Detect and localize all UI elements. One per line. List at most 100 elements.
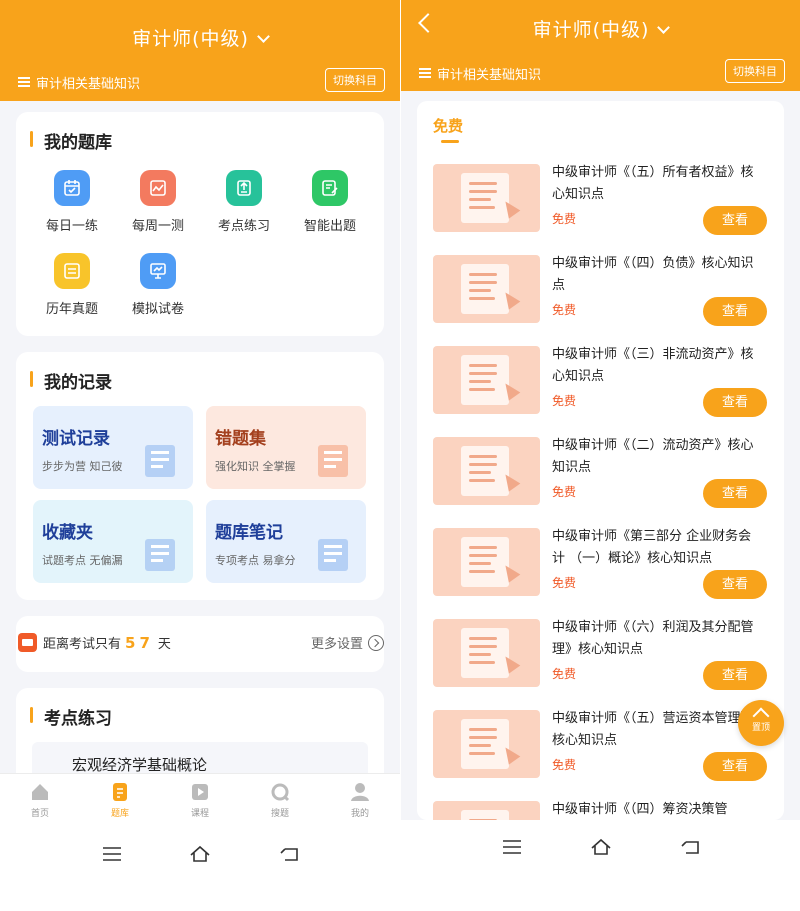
free-badge: 免费 [552,667,577,681]
material-title: 中级审计师《（二）流动资产》核心知识点 [552,438,754,475]
bank-item[interactable]: 考点练习 [204,170,284,234]
chevron-down-icon [257,30,270,43]
exam-selector[interactable]: 审计师(中级) [0,24,400,51]
my-records-card: 我的记录 测试记录 步步为营 知己彼 错题集 强化知识 全掌握 收藏夹 试题考点 无偏漏题… [16,352,384,600]
countdown-days: 57 [125,633,154,652]
question-bank-screen: 审计师(中级) 审计相关基础知识 切换科目 我的题库 每日一练 每周一测 考点练习智… [0,0,400,911]
material-item[interactable]: 中级审计师《（六）利润及其分配管理》核心知识点 免费 查看 [417,619,784,710]
view-button[interactable]: 查看 [703,297,767,326]
tab-item[interactable]: 我的 [325,774,395,819]
switch-subject-button[interactable]: 切换科目 [725,59,785,83]
tab-label: 我的 [350,809,369,819]
free-badge: 免费 [552,212,577,226]
subject-text: 审计相关基础知识 [437,68,542,83]
tab-label: 课程 [190,809,209,819]
list-icon [419,68,431,79]
record-subtitle: 专项考点 易拿分 [215,554,296,567]
more-settings-link[interactable]: 更多设置 [311,633,384,652]
material-item[interactable]: 中级审计师《（五）营运资本管理》核心知识点 免费 查看 [417,710,784,801]
materials-list-card: 免费 中级审计师《（五）所有者权益》核心知识点 免费 查看 中级审计师《（四）负债》核… [417,101,784,869]
view-button[interactable]: 查看 [703,206,767,235]
countdown-prefix: 距离考试只有 [43,637,122,652]
system-nav-bar [0,827,400,911]
chart-icon [140,170,176,206]
subject-label: 审计相关基础知识 [419,64,541,83]
tab-item[interactable]: 首页 [5,774,75,819]
record-tile[interactable]: 题库笔记 专项考点 易拿分 [206,500,366,583]
subject-label: 审计相关基础知识 [18,73,140,92]
document-thumbnail [433,255,540,323]
view-button[interactable]: 查看 [703,388,767,417]
question-bank-icon [109,781,131,803]
bank-item-label: 考点练习 [217,219,270,234]
smart-edit-icon [312,170,348,206]
record-title: 收藏夹 [42,523,93,543]
search-question-icon [269,781,291,803]
record-tile[interactable]: 错题集强化知识 全掌握 [206,406,366,489]
material-title: 中级审计师《（四）筹资决策管 [552,802,728,817]
record-title: 错题集 [215,429,266,449]
back-nav-icon[interactable] [279,845,301,863]
free-badge: 免费 [552,576,577,590]
tab-free[interactable]: 免费 [433,115,463,136]
section-title: 考点练习 [30,704,112,729]
menu-icon[interactable] [101,845,123,863]
exam-countdown: 距离考试只有 57 天 [18,633,171,652]
header: 审计师(中级) 审计相关基础知识 切换科目 [0,0,400,101]
material-item[interactable]: 中级审计师《（五）所有者权益》核心知识点免费 查看 [417,164,784,255]
back-to-top-button[interactable]: 置顶 [738,700,784,746]
material-item[interactable]: 中级审计师《（三）非流动资产》核心知识点 免费 查看 [417,346,784,437]
subject-text: 审计相关基础知识 [36,77,141,92]
home-nav-icon[interactable] [189,845,211,863]
bank-item-label: 每日一练 [45,219,98,234]
tab-item[interactable]: 题库 [85,774,155,819]
switch-subject-button[interactable]: 切换科目 [325,68,385,92]
bank-item[interactable]: 每周一测 [118,170,198,234]
practice-icon [226,170,262,206]
countdown-suffix: 天 [157,637,171,652]
view-button[interactable]: 查看 [703,479,767,508]
view-button[interactable]: 查看 [703,752,767,781]
document-thumbnail [433,528,540,596]
record-tile[interactable]: 测试记录 步步为营 知己彼 [33,406,193,489]
record-illustration [135,439,185,481]
record-tile[interactable]: 收藏夹试题考点 无偏漏 [33,500,193,583]
free-badge: 免费 [552,394,577,408]
bank-item[interactable]: 每日一练 [32,170,112,234]
home-nav-icon[interactable] [590,838,612,856]
material-title: 中级审计师《（五）所有者权益》核心知识点 [552,165,754,202]
tab-underline [441,140,459,143]
header: 审计师(中级) 审计相关基础知识 切换科目 [401,0,800,91]
bank-item[interactable]: 模拟试卷 [118,253,198,317]
presentation-icon [140,253,176,289]
record-subtitle: 试题考点 无偏漏 [42,554,123,567]
section-title: 我的题库 [30,128,112,153]
record-subtitle: 步步为营 知己彼 [42,460,123,473]
tab-label: 首页 [30,809,49,819]
document-thumbnail [433,710,540,778]
document-thumbnail [433,437,540,505]
material-item[interactable]: 中级审计师《（二）流动资产》核心知识点 免费 查看 [417,437,784,528]
free-materials-screen: 审计师(中级) 审计相关基础知识 切换科目 免费 中级审计师《（五）所有者权益》… [401,0,800,911]
material-item[interactable]: 中级审计师《（四）负债》核心知识点 免费 查看 [417,255,784,346]
bank-item[interactable]: 历年真题 [32,253,112,317]
chevron-right-icon [368,634,384,651]
more-settings-label: 更多设置 [310,637,363,652]
material-item[interactable]: 中级审计师《第三部分 企业财务会计 （一）概论》核心知识点 免费 查看 [417,528,784,619]
view-button[interactable]: 查看 [703,661,767,690]
menu-icon[interactable] [501,838,523,856]
exam-selector[interactable]: 审计师(中级) [401,15,800,42]
bank-item[interactable]: 智能出题 [290,170,370,234]
exam-paper-icon [54,253,90,289]
record-illustration [135,533,185,575]
back-nav-icon[interactable] [680,838,702,856]
view-button[interactable]: 查看 [703,570,767,599]
header-title: 审计师(中级) [132,28,249,50]
free-badge: 免费 [552,303,577,317]
record-subtitle: 强化知识 全掌握 [215,460,296,473]
document-thumbnail [433,619,540,687]
record-illustration [308,439,358,481]
tab-item[interactable]: 搜题 [245,774,315,819]
bank-item-label: 每周一测 [131,219,184,234]
tab-item[interactable]: 课程 [165,774,235,819]
